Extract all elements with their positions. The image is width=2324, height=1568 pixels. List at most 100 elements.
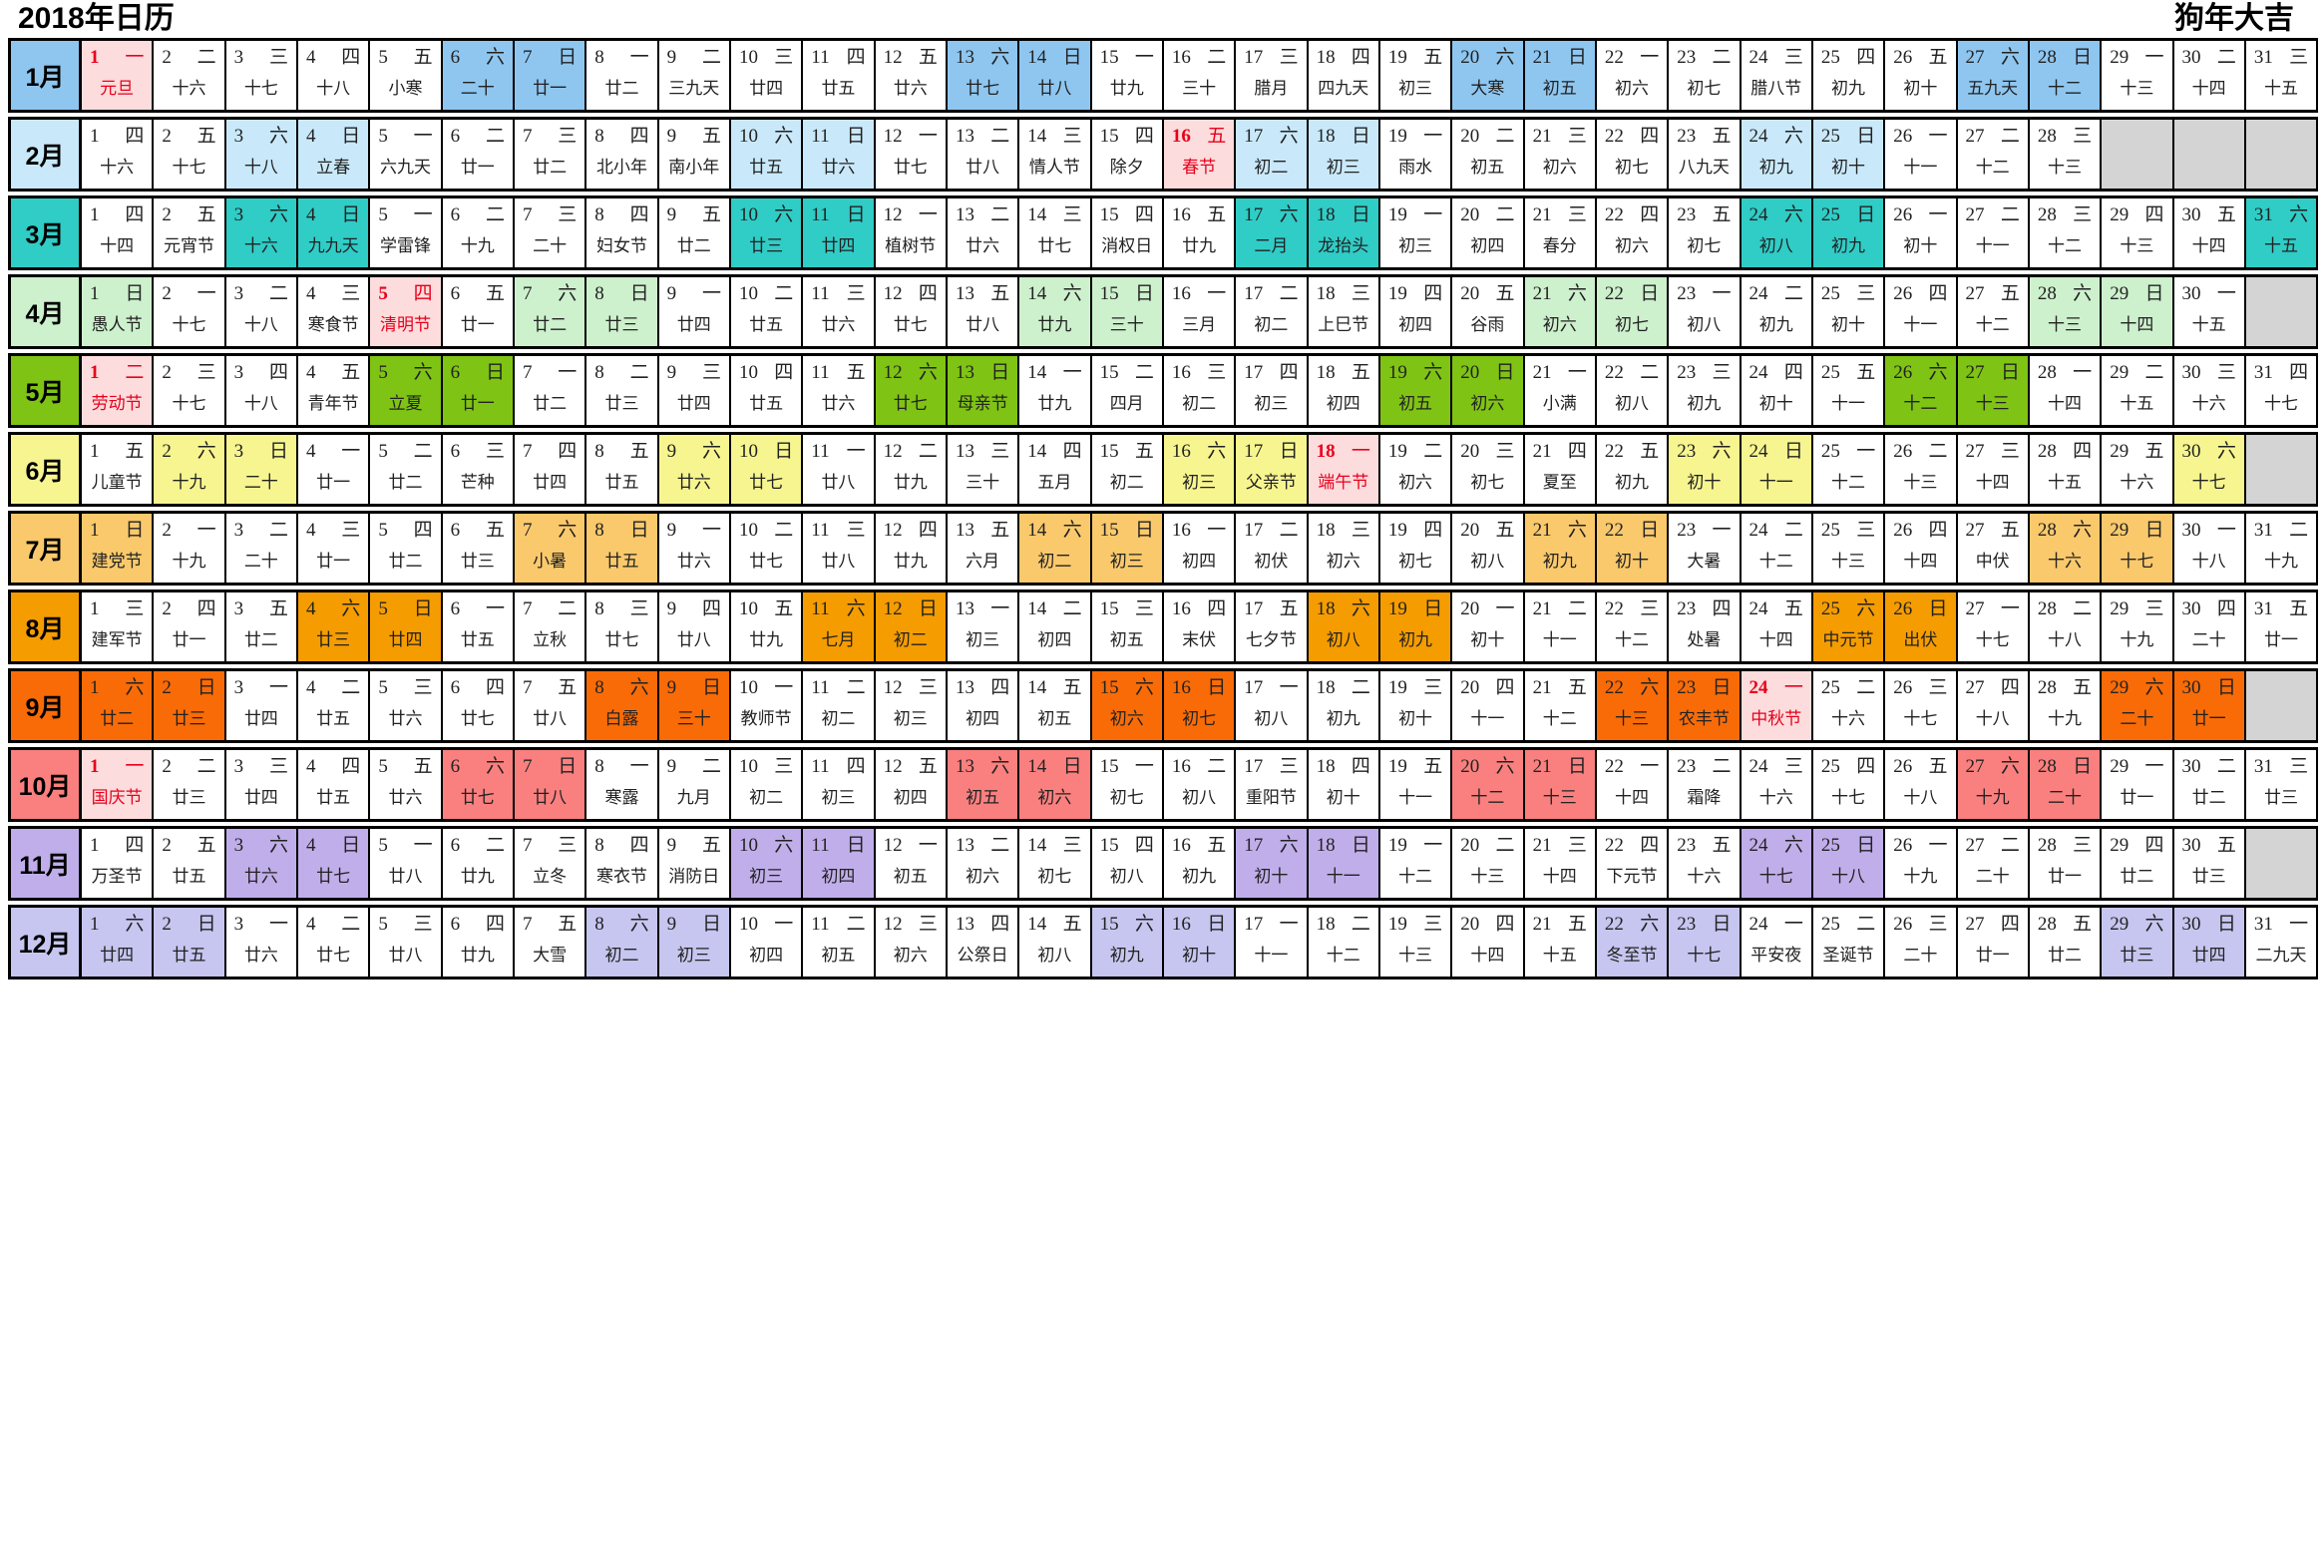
day-cell[interactable]: 22 三十二 [1596,592,1670,661]
day-cell[interactable]: 14 五初五 [1019,671,1092,740]
day-cell[interactable]: 8 一寒露 [586,750,659,819]
day-cell[interactable]: 31 六十五 [2245,198,2319,267]
day-cell[interactable]: 5 六立夏 [370,356,443,425]
day-cell[interactable]: 26 一十九 [1885,829,1958,898]
day-cell[interactable]: 9 一廿四 [658,277,731,346]
day-cell[interactable]: 5 一廿八 [370,829,443,898]
day-cell[interactable]: 12 六廿七 [875,356,948,425]
day-cell[interactable]: 25 日初十 [1812,120,1886,189]
day-cell[interactable]: 27 五十二 [1957,277,2030,346]
day-cell[interactable]: 21 二十一 [1524,592,1597,661]
day-cell[interactable]: 2 日廿三 [154,671,226,740]
day-cell[interactable]: 9 五南小年 [658,120,731,189]
day-cell[interactable]: 4 二廿五 [297,671,371,740]
day-cell[interactable]: 19 一雨水 [1379,120,1453,189]
day-cell[interactable]: 22 四初六 [1596,198,1670,267]
day-cell[interactable]: 18 五初四 [1308,356,1380,425]
day-cell[interactable]: 14 二初四 [1019,592,1092,661]
day-cell[interactable]: 4 日九九天 [297,198,371,267]
day-cell[interactable]: 21 一小满 [1524,356,1597,425]
day-cell[interactable]: 29 一廿一 [2102,750,2174,819]
day-cell[interactable]: 18 二十二 [1308,908,1380,977]
day-cell[interactable]: 22 六冬至节 [1596,908,1670,977]
day-cell[interactable]: 23 二霜降 [1669,750,1742,819]
day-cell[interactable]: 16 二三十 [1163,41,1237,110]
day-cell[interactable]: 27 日十三 [1957,356,2030,425]
day-cell[interactable]: 12 四廿七 [875,277,948,346]
day-cell[interactable]: 4 日立春 [297,120,371,189]
day-cell[interactable]: 20 二十三 [1452,829,1525,898]
day-cell[interactable]: 27 四廿一 [1957,908,2030,977]
day-cell[interactable]: 12 日初二 [875,592,948,661]
day-cell[interactable]: 13 四公祭日 [947,908,1020,977]
day-cell[interactable]: 22 四下元节 [1596,829,1670,898]
day-cell[interactable]: 3 五廿二 [225,592,298,661]
day-cell[interactable]: 8 二廿三 [586,356,659,425]
day-cell[interactable]: 30 四二十 [2173,592,2246,661]
day-cell[interactable]: 24 五十四 [1741,592,1813,661]
day-cell[interactable]: 23 日十七 [1669,908,1742,977]
day-cell[interactable]: 4 三廿一 [297,514,371,583]
day-cell[interactable]: 6 二廿九 [442,829,515,898]
day-cell[interactable]: 16 四末伏 [1163,592,1237,661]
day-cell[interactable]: 30 一十五 [2173,277,2246,346]
day-cell[interactable]: 27 二二十 [1957,829,2030,898]
day-cell[interactable]: 28 二十八 [2029,592,2103,661]
day-cell[interactable]: 11 二初五 [803,908,876,977]
day-cell[interactable]: 26 四十一 [1885,277,1958,346]
day-cell[interactable]: 5 三廿六 [370,671,443,740]
day-cell[interactable]: 1 日建党节 [82,514,155,583]
day-cell[interactable]: 20 六大寒 [1452,41,1525,110]
day-cell[interactable]: 17 六二月 [1236,198,1309,267]
day-cell[interactable]: 3 六十六 [225,198,298,267]
day-cell[interactable]: 19 四初七 [1379,514,1453,583]
day-cell[interactable]: 4 五青年节 [297,356,371,425]
day-cell[interactable]: 21 六初六 [1524,277,1597,346]
day-cell[interactable]: 12 二廿九 [875,435,948,504]
day-cell[interactable]: 18 四四九天 [1308,41,1380,110]
day-cell[interactable]: 9 四廿八 [658,592,731,661]
month-label-1[interactable]: 1月 [8,41,82,110]
day-cell[interactable]: 20 五初八 [1452,514,1525,583]
day-cell[interactable]: 13 二初六 [947,829,1020,898]
day-cell[interactable]: 6 一廿五 [442,592,515,661]
day-cell[interactable]: 21 四夏至 [1524,435,1597,504]
day-cell[interactable]: 2 四廿一 [154,592,226,661]
day-cell[interactable]: 16 五初九 [1163,829,1237,898]
day-cell[interactable]: 12 五廿六 [875,41,948,110]
day-cell[interactable]: 25 二十六 [1812,671,1886,740]
day-cell[interactable]: 28 五廿二 [2029,908,2103,977]
day-cell[interactable]: 27 三十四 [1957,435,2030,504]
day-cell[interactable]: 31 四十七 [2245,356,2319,425]
day-cell[interactable]: 24 六十七 [1741,829,1813,898]
day-cell[interactable]: 30 日廿四 [2173,908,2246,977]
day-cell[interactable]: 19 三十三 [1379,908,1453,977]
day-cell[interactable]: 10 六廿五 [730,120,804,189]
month-label-6[interactable]: 6月 [8,435,82,504]
day-cell[interactable]: 10 日廿七 [730,435,804,504]
day-cell[interactable]: 16 五春节 [1163,120,1237,189]
day-cell[interactable]: 31 二十九 [2245,514,2319,583]
day-cell[interactable]: 8 四寒衣节 [586,829,659,898]
day-cell[interactable]: 2 日廿五 [154,908,226,977]
day-cell[interactable]: 11 一廿八 [803,435,876,504]
day-cell[interactable]: 26 二十三 [1885,435,1958,504]
day-cell[interactable]: 1 六廿二 [82,671,155,740]
day-cell[interactable]: 11 三廿六 [803,277,876,346]
day-cell[interactable]: 21 日初五 [1524,41,1597,110]
day-cell[interactable]: 10 五廿九 [730,592,804,661]
day-cell[interactable]: 28 四十五 [2029,435,2103,504]
day-cell[interactable]: 19 一初三 [1379,198,1453,267]
day-cell[interactable]: 28 三十三 [2029,120,2103,189]
day-cell[interactable]: 24 三十六 [1741,750,1813,819]
day-cell[interactable]: 6 二十九 [442,198,515,267]
day-cell[interactable]: 12 一植树节 [875,198,948,267]
day-cell[interactable]: 21 三春分 [1524,198,1597,267]
day-cell[interactable]: 5 一学雷锋 [370,198,443,267]
day-cell[interactable]: 11 四廿五 [803,41,876,110]
day-cell[interactable]: 1 四十六 [82,120,155,189]
day-cell[interactable]: 29 四廿二 [2102,829,2174,898]
day-cell[interactable]: 17 一初八 [1236,671,1309,740]
day-cell[interactable]: 28 日十二 [2029,41,2103,110]
day-cell[interactable]: 16 二初八 [1163,750,1237,819]
